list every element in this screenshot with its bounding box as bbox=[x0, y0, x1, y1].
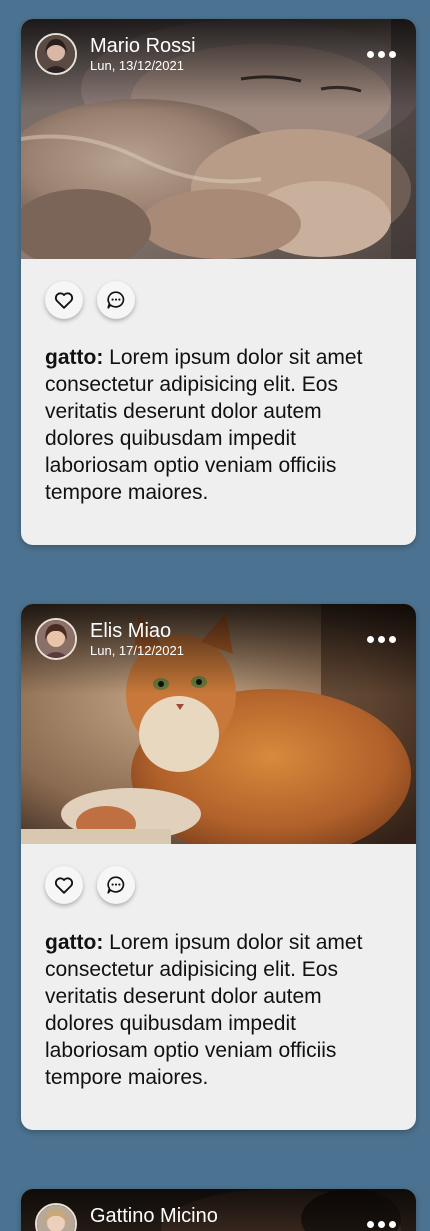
avatar-image bbox=[37, 35, 75, 73]
more-options-icon[interactable] bbox=[367, 51, 396, 58]
more-options-icon[interactable] bbox=[367, 636, 396, 643]
heart-icon bbox=[54, 292, 74, 309]
comment-button[interactable] bbox=[97, 866, 135, 904]
post-actions bbox=[21, 259, 416, 319]
post-caption: gatto: Lorem ipsum dolor sit amet consec… bbox=[21, 319, 416, 545]
post-tag: gatto: bbox=[45, 931, 104, 954]
post-text: Lorem ipsum dolor sit amet consectetur a… bbox=[45, 931, 363, 1089]
author-info: Mario Rossi Lun, 13/12/2021 bbox=[90, 34, 196, 74]
author-info: Gattino Micino bbox=[90, 1204, 218, 1228]
heart-icon bbox=[54, 877, 74, 894]
post-caption: gatto: Lorem ipsum dolor sit amet consec… bbox=[21, 904, 416, 1130]
header-gradient bbox=[21, 604, 416, 694]
comment-icon bbox=[107, 876, 125, 894]
post-actions bbox=[21, 844, 416, 904]
avatar-image bbox=[37, 620, 75, 658]
author-name[interactable]: Elis Miao bbox=[90, 619, 184, 643]
comment-icon bbox=[107, 291, 125, 309]
author-info: Elis Miao Lun, 17/12/2021 bbox=[90, 619, 184, 659]
post-image: Elis Miao Lun, 17/12/2021 bbox=[21, 604, 416, 844]
avatar-image bbox=[37, 1205, 75, 1231]
post-text: Lorem ipsum dolor sit amet consectetur a… bbox=[45, 346, 363, 504]
comment-button[interactable] bbox=[97, 281, 135, 319]
post-tag: gatto: bbox=[45, 346, 104, 369]
like-button[interactable] bbox=[45, 281, 83, 319]
post-date: Lun, 13/12/2021 bbox=[90, 58, 184, 73]
header-gradient bbox=[21, 1189, 416, 1231]
post-card: Gattino Micino bbox=[21, 1189, 416, 1231]
post-date: Lun, 17/12/2021 bbox=[90, 643, 184, 658]
header-gradient bbox=[21, 19, 416, 109]
avatar[interactable] bbox=[35, 618, 77, 660]
author-name[interactable]: Gattino Micino bbox=[90, 1204, 218, 1228]
post-card: Elis Miao Lun, 17/12/2021 gatto: Lorem i… bbox=[21, 604, 416, 1130]
post-image: Gattino Micino bbox=[21, 1189, 416, 1231]
more-options-icon[interactable] bbox=[367, 1221, 396, 1228]
like-button[interactable] bbox=[45, 866, 83, 904]
post-image: Mario Rossi Lun, 13/12/2021 bbox=[21, 19, 416, 259]
avatar[interactable] bbox=[35, 33, 77, 75]
post-card: Mario Rossi Lun, 13/12/2021 gatto: Lorem… bbox=[21, 19, 416, 545]
author-name[interactable]: Mario Rossi bbox=[90, 34, 196, 58]
